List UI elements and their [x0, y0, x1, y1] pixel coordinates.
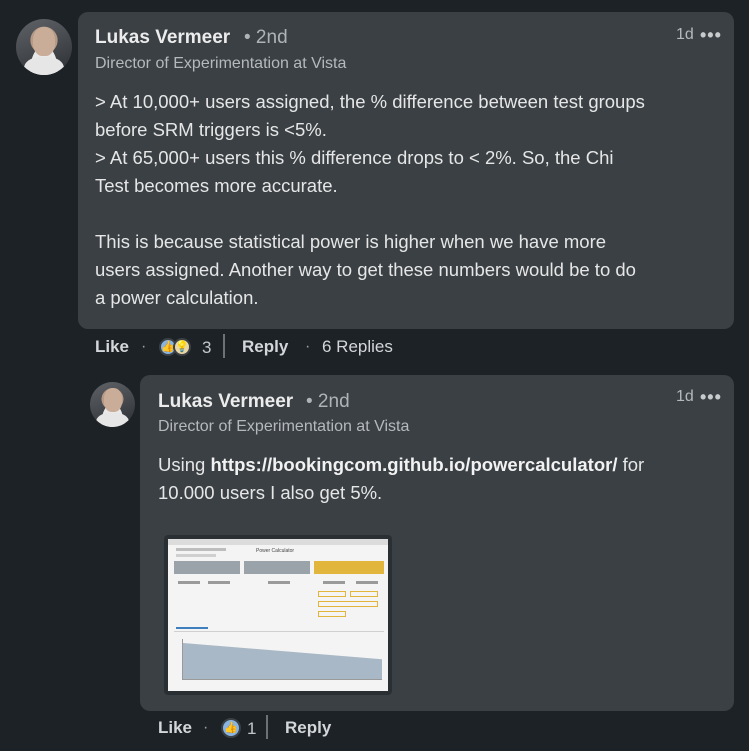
attachment-title: Power Calculator — [256, 548, 295, 554]
author-name[interactable]: Lukas Vermeer — [95, 27, 230, 49]
reply-text: Using https://bookingcom.github.io/power… — [158, 451, 718, 507]
comment-line: > At 10,000+ users assigned, the % diffe… — [95, 91, 645, 112]
reaction-count[interactable]: 1 — [247, 719, 256, 739]
more-options-icon[interactable]: ••• — [700, 25, 722, 46]
separator-dot: · — [203, 719, 209, 736]
reaction-count[interactable]: 3 — [202, 338, 211, 358]
like-reaction-icon[interactable]: 👍 — [221, 718, 241, 738]
timestamp: 1d — [676, 26, 694, 43]
power-calculator-link[interactable]: https://bookingcom.github.io/powercalcul… — [210, 454, 617, 475]
timestamp: 1d — [676, 388, 694, 405]
like-button[interactable]: Like — [95, 337, 129, 357]
reply-text-suffix: for — [617, 454, 645, 475]
comment-line: before SRM triggers is <5%. — [95, 119, 327, 140]
author-name[interactable]: Lukas Vermeer — [158, 391, 293, 413]
like-button[interactable]: Like — [158, 718, 192, 738]
reply-button[interactable]: Reply — [242, 337, 288, 357]
reply-text-prefix: Using — [158, 454, 211, 475]
divider — [266, 715, 268, 739]
separator-dot: · — [305, 338, 311, 355]
divider — [223, 334, 225, 358]
more-options-icon[interactable]: ••• — [700, 387, 722, 408]
separator-dot: · — [141, 338, 147, 355]
comment-line: This is because statistical power is hig… — [95, 231, 607, 252]
comment-line: users assigned. Another way to get these… — [95, 259, 636, 280]
author-headline: Director of Experimentation at Vista — [158, 418, 410, 435]
connection-degree: • 2nd — [306, 391, 350, 412]
comment-line: Test becomes more accurate. — [95, 175, 338, 196]
connection-degree: • 2nd — [244, 27, 288, 48]
avatar[interactable] — [16, 19, 72, 75]
comment-text: > At 10,000+ users assigned, the % diffe… — [95, 88, 720, 312]
replies-count-link[interactable]: 6 Replies — [322, 337, 393, 357]
insightful-reaction-icon[interactable]: 💡 — [173, 338, 191, 356]
author-headline: Director of Experimentation at Vista — [95, 55, 347, 72]
reply-line: 10.000 users I also get 5%. — [158, 482, 383, 503]
avatar[interactable] — [90, 382, 135, 427]
comment-line: a power calculation. — [95, 287, 259, 308]
attached-screenshot[interactable]: Power Calculator — [164, 535, 392, 695]
reply-button[interactable]: Reply — [285, 718, 331, 738]
comment-line: > At 65,000+ users this % difference dro… — [95, 147, 614, 168]
